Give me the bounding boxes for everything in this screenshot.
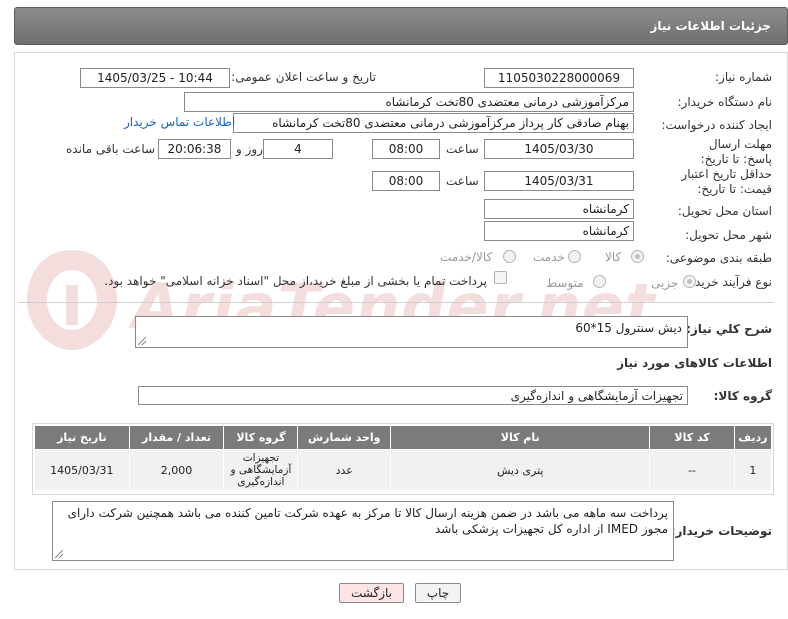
print-button[interactable]: چاپ	[415, 583, 461, 603]
cell-qty: 2,000	[128, 449, 225, 491]
buyer-org-label: نام دستگاه خریدار:	[677, 95, 773, 109]
process-option-medium: متوسط	[546, 276, 584, 290]
cell-unit: عدد	[297, 449, 392, 491]
price-valid-label: حداقل تاریخ اعتبار قیمت: تا تاریخ:	[681, 167, 772, 196]
process-radio-medium[interactable]	[593, 275, 606, 288]
category-option-service: خدمت	[533, 250, 565, 264]
buyer-org-field: مرکزآموزشی درمانی معتضدی 80تخت کرمانشاه	[184, 92, 634, 112]
back-button[interactable]: بازگشت	[339, 583, 404, 603]
treasury-payment-checkbox[interactable]	[494, 271, 507, 284]
remaining-label: ساعت باقی مانده	[66, 142, 156, 156]
buyer-notes-text: پرداخت سه ماهه می باشد در ضمن هزینه ارسا…	[67, 506, 668, 536]
page: جزئیات اطلاعات نیاز AriaTender.net شماره…	[0, 0, 788, 619]
process-option-minor: جزیی	[651, 276, 679, 290]
resize-grip-icon[interactable]	[55, 550, 63, 558]
deadline-label: مهلت ارسال پاسخ: تا تاریخ:	[700, 137, 772, 166]
days-label: روز و	[236, 142, 263, 156]
announce-label: تاریخ و ساعت اعلان عمومی:	[231, 70, 376, 84]
col-row: ردیف	[733, 425, 773, 450]
province-label: استان محل تحویل:	[677, 204, 772, 218]
header-bar: جزئیات اطلاعات نیاز	[14, 7, 788, 45]
payment-note: پرداخت تمام یا بخشی از مبلغ خرید،از محل …	[104, 274, 487, 288]
creator-label: ایجاد کننده درخواست:	[661, 118, 772, 132]
col-code: کد کالا	[649, 425, 735, 450]
remaining-time-field: 20:06:38	[158, 139, 231, 159]
contact-info-link[interactable]: اطلاعات تماس خریدار	[124, 115, 235, 129]
cell-row: 1	[733, 449, 773, 491]
col-name: نام کالا	[390, 425, 651, 450]
items-table: ردیف کد کالا نام کالا واحد شمارش گروه کا…	[34, 425, 773, 491]
page-title: جزئیات اطلاعات نیاز	[650, 19, 771, 33]
category-label: طبقه بندی موضوعی:	[665, 251, 772, 265]
deadline-date-field: 1405/03/30	[484, 139, 634, 159]
category-option-goods: کالا	[605, 250, 622, 264]
col-qty: تعداد / مقدار	[128, 425, 225, 450]
buyer-notes-textarea[interactable]: پرداخت سه ماهه می باشد در ضمن هزینه ارسا…	[52, 501, 674, 561]
category-option-both: کالا/خدمت	[440, 250, 493, 264]
cell-name: پتری دیش	[390, 449, 651, 491]
category-radio-both[interactable]	[503, 250, 516, 263]
col-date: تاریخ نیاز	[34, 425, 130, 450]
price-valid-time-label: ساعت	[446, 174, 479, 188]
summary-textarea[interactable]: دیش سنترول 15*60	[135, 316, 688, 348]
group-field: تجهیزات آزمایشگاهی و اندازه‌گیری	[138, 386, 688, 405]
section-divider	[18, 302, 774, 303]
buyer-notes-label: توضیحات خریدار:	[670, 524, 772, 538]
price-valid-date-field: 1405/03/31	[484, 171, 634, 191]
need-number-field: 1105030228000069	[484, 68, 634, 88]
resize-grip-icon[interactable]	[138, 337, 146, 345]
category-radio-goods[interactable]	[631, 250, 644, 263]
need-number-label: شماره نیاز:	[715, 70, 772, 84]
deadline-time-label: ساعت	[446, 142, 479, 156]
creator-field: بهنام صادقی کار پرداز مرکزآموزشی درمانی …	[233, 113, 634, 133]
price-valid-time-field: 08:00	[372, 171, 440, 191]
summary-text: دیش سنترول 15*60	[575, 321, 682, 335]
deadline-time-field: 08:00	[372, 139, 440, 159]
city-field: کرمانشاه	[484, 221, 634, 241]
cell-date: 1405/03/31	[34, 449, 130, 491]
cell-code: --	[649, 449, 735, 491]
items-section-title: اطلاعات کالاهای مورد نیاز	[617, 356, 772, 370]
city-label: شهر محل تحویل:	[685, 228, 772, 242]
group-label: گروه کالا:	[713, 389, 772, 403]
col-unit: واحد شمارش	[297, 425, 392, 450]
days-field: 4	[263, 139, 333, 159]
col-group: گروه کالا	[223, 425, 299, 450]
process-label: نوع فرآیند خرید :	[687, 275, 772, 289]
summary-label: شرح کلي نياز:	[686, 322, 772, 336]
cell-group: تجهیزات آزمایشگاهی و اندازه‌گیری	[223, 449, 299, 491]
announce-field: 1405/03/25 - 10:44	[80, 68, 230, 88]
table-row: 1 -- پتری دیش عدد تجهیزات آزمایشگاهی و ا…	[34, 449, 773, 491]
process-radio-minor[interactable]	[683, 275, 696, 288]
category-radio-service[interactable]	[568, 250, 581, 263]
province-field: کرمانشاه	[484, 199, 634, 219]
